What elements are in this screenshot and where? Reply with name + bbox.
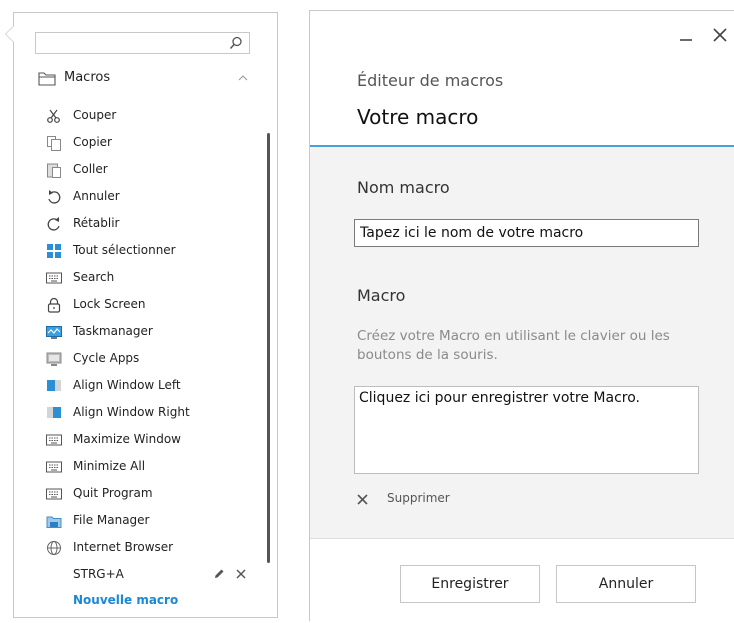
chevron-up-icon[interactable] xyxy=(238,74,248,81)
search-icon[interactable] xyxy=(229,36,243,50)
scrollbar[interactable] xyxy=(267,133,270,563)
macro-item-file-manager[interactable]: File Manager xyxy=(46,510,246,532)
pencil-icon[interactable] xyxy=(213,568,225,580)
macro-item-coller[interactable]: Coller xyxy=(46,159,246,181)
close-icon xyxy=(357,494,368,505)
paste-icon xyxy=(47,163,61,178)
keyboard-icon xyxy=(46,461,62,473)
macro-record-area[interactable]: Cliquez ici pour enregistrer votre Macro… xyxy=(354,386,699,474)
macro-item-strg-a[interactable]: STRG+A xyxy=(46,564,247,586)
macro-item-copier[interactable]: Copier xyxy=(46,132,246,154)
macro-editor: Éditeur de macros Votre macro Nom macro … xyxy=(309,10,734,623)
save-button[interactable]: Enregistrer xyxy=(400,565,540,603)
select-all-icon xyxy=(47,244,61,258)
macro-item-minimize-all[interactable]: Minimize All xyxy=(46,456,246,478)
keyboard-icon xyxy=(46,272,62,284)
file-manager-icon xyxy=(46,516,62,528)
macro-item-retablir[interactable]: Rétablir xyxy=(46,213,246,235)
new-macro-link[interactable]: Nouvelle macro xyxy=(73,593,178,607)
macro-item-label: Maximize Window xyxy=(73,432,181,446)
macro-item-label: Align Window Right xyxy=(73,405,190,419)
window-left-icon xyxy=(47,380,61,391)
macro-label: Macro xyxy=(357,286,406,305)
delete-button[interactable]: Supprimer xyxy=(354,488,494,508)
folder-icon xyxy=(38,72,56,86)
macro-item-label: Internet Browser xyxy=(73,540,174,554)
panel-pointer xyxy=(5,25,14,43)
delete-label: Supprimer xyxy=(387,491,450,505)
macro-item-label: Annuler xyxy=(73,189,120,203)
macros-group-label: Macros xyxy=(64,70,111,85)
macro-item-annuler[interactable]: Annuler xyxy=(46,186,246,208)
record-prompt: Cliquez ici pour enregistrer votre Macro… xyxy=(359,390,640,406)
macro-item-align-window-left[interactable]: Align Window Left xyxy=(46,375,246,397)
macro-item-actions xyxy=(213,568,247,582)
macro-item-label: Lock Screen xyxy=(73,297,146,311)
macro-item-quit-program[interactable]: Quit Program xyxy=(46,483,246,505)
cycle-apps-icon xyxy=(46,352,62,366)
search-input[interactable] xyxy=(36,33,234,53)
window-right-icon xyxy=(47,407,61,418)
cancel-button[interactable]: Annuler xyxy=(556,565,696,603)
macro-item-label: Align Window Left xyxy=(73,378,181,392)
scissors-icon xyxy=(47,109,60,123)
editor-header: Éditeur de macros Votre macro xyxy=(310,11,734,145)
taskmanager-icon xyxy=(46,326,62,339)
macro-item-label: Tout sélectionner xyxy=(73,243,176,257)
macros-panel: Macros Couper Copier Coller Annuler Réta… xyxy=(5,12,278,618)
macro-item-label: Couper xyxy=(73,108,117,122)
copy-icon xyxy=(47,136,61,151)
search-box[interactable] xyxy=(35,32,250,54)
redo-icon xyxy=(47,217,60,231)
macro-item-label: STRG+A xyxy=(73,567,124,581)
macros-group-header[interactable]: Macros xyxy=(38,69,248,89)
editor-body: Nom macro Macro Créez votre Macro en uti… xyxy=(310,147,734,538)
macro-item-couper[interactable]: Couper xyxy=(46,105,246,127)
macro-item-search[interactable]: Search xyxy=(46,267,246,289)
macro-item-taskmanager[interactable]: Taskmanager xyxy=(46,321,246,343)
macro-item-align-window-right[interactable]: Align Window Right xyxy=(46,402,246,424)
macro-item-internet-browser[interactable]: Internet Browser xyxy=(46,537,246,559)
macro-name-input[interactable] xyxy=(354,219,699,247)
macro-item-label: Coller xyxy=(73,162,108,176)
macro-item-label: Cycle Apps xyxy=(73,351,140,365)
macro-item-maximize-window[interactable]: Maximize Window xyxy=(46,429,246,451)
macro-item-cycle-apps[interactable]: Cycle Apps xyxy=(46,348,246,370)
macro-item-label: Search xyxy=(73,270,115,284)
keyboard-icon xyxy=(46,434,62,446)
lock-icon xyxy=(47,297,61,313)
minimize-icon[interactable] xyxy=(678,25,694,43)
editor-footer: Enregistrer Annuler xyxy=(310,538,734,623)
macro-item-label: Minimize All xyxy=(73,459,146,473)
undo-icon xyxy=(48,190,61,204)
keyboard-icon xyxy=(46,488,62,500)
macro-name-label: Nom macro xyxy=(357,178,450,197)
macro-item-label: Quit Program xyxy=(73,486,153,500)
close-icon[interactable] xyxy=(711,26,729,44)
globe-icon xyxy=(47,541,61,555)
macro-item-label: Copier xyxy=(73,135,112,149)
macro-item-label: Taskmanager xyxy=(73,324,153,338)
macro-hint: Créez votre Macro en utilisant le clavie… xyxy=(357,328,670,363)
macro-item-tout-selectionner[interactable]: Tout sélectionner xyxy=(46,240,246,262)
close-icon[interactable] xyxy=(235,568,247,580)
editor-title: Votre macro xyxy=(357,105,479,129)
macro-item-lock-screen[interactable]: Lock Screen xyxy=(46,294,246,316)
macro-item-label: File Manager xyxy=(73,513,150,527)
macro-item-label: Rétablir xyxy=(73,216,120,230)
editor-subtitle: Éditeur de macros xyxy=(357,71,504,90)
